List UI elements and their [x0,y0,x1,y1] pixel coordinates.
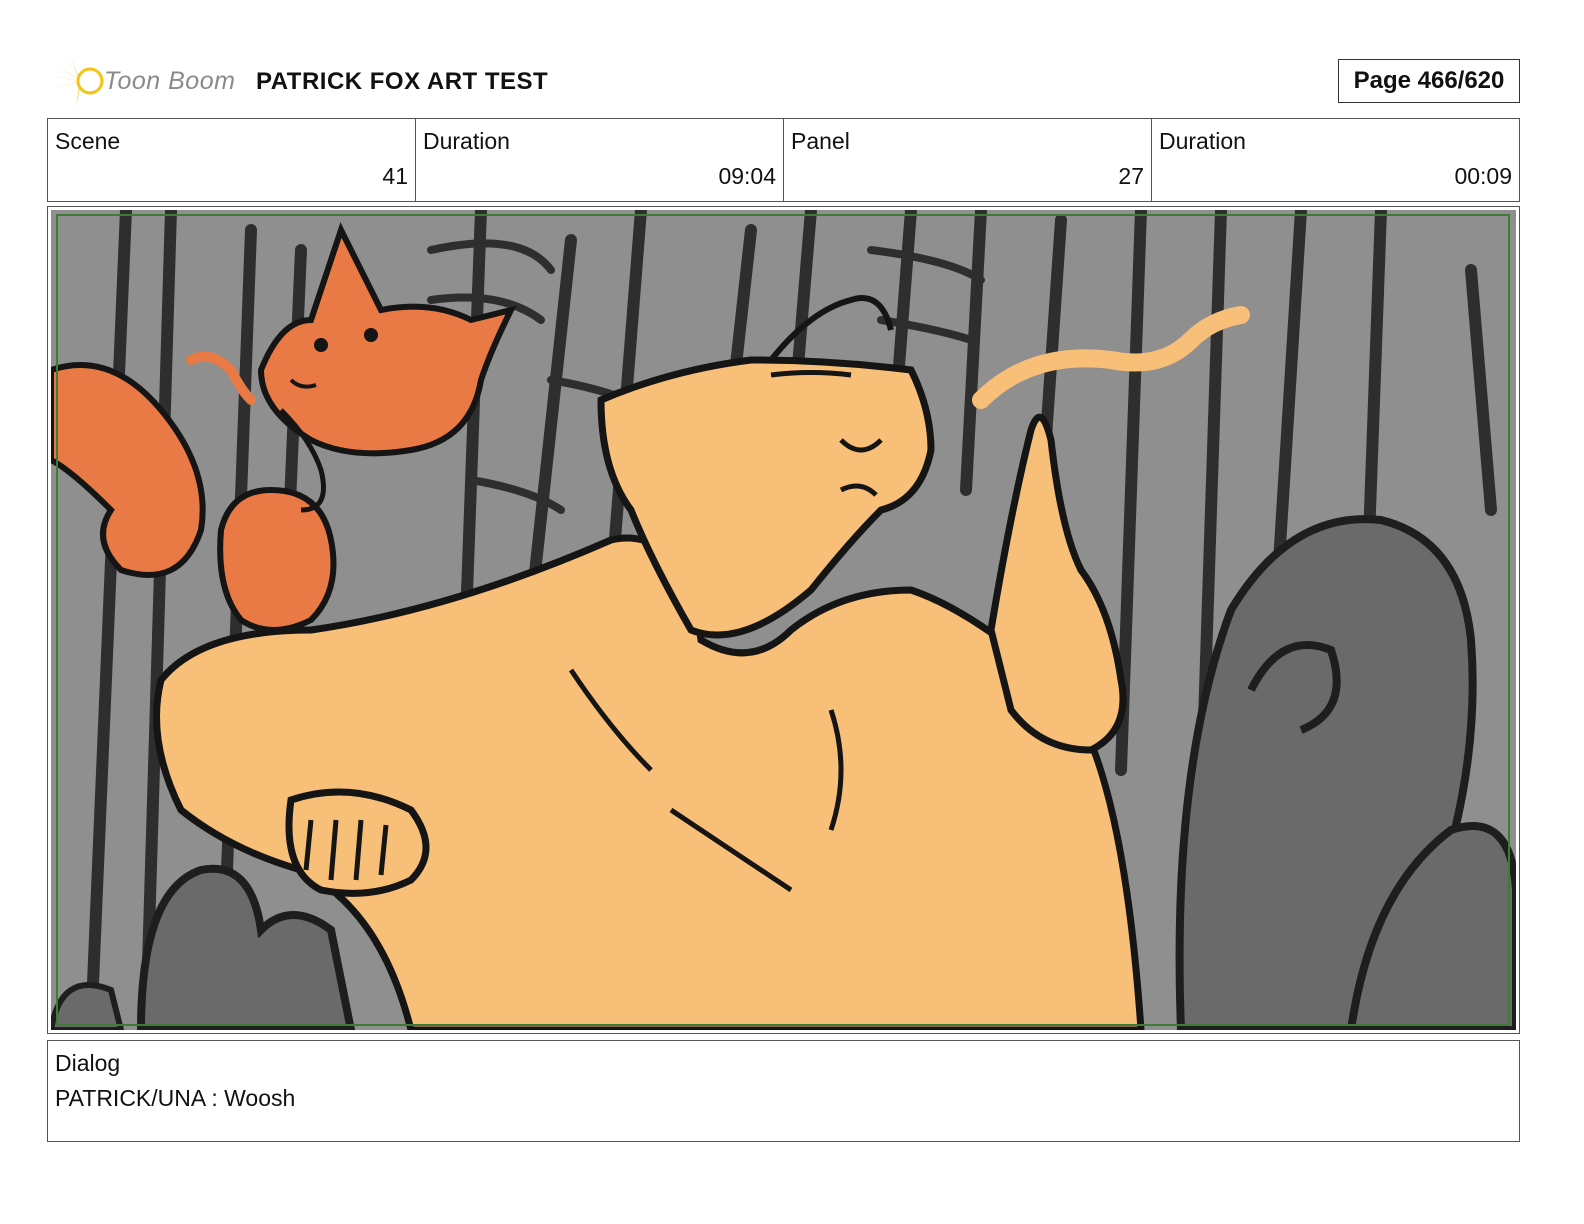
page-indicator: Page 466/620 [1338,59,1520,103]
scene-duration-cell: Duration 09:04 [416,119,784,201]
dialog-label: Dialog [55,1050,121,1076]
panel-duration-label: Duration [1159,128,1246,154]
dialog-text: PATRICK/UNA : Woosh [55,1085,296,1111]
starburst-icon [50,55,104,107]
panel-duration-value: 00:09 [1454,163,1512,189]
toon-boom-logo: Toon Boom [50,55,240,107]
panel-label: Panel [791,128,850,154]
scene-label: Scene [55,128,121,154]
scene-duration-value: 09:04 [718,163,776,189]
storyboard-panel-image [51,210,1516,1030]
panel-cell: Panel 27 [784,119,1152,201]
scene-duration-label: Duration [423,128,510,154]
scene-value: 41 [382,163,408,189]
scene-cell: Scene 41 [48,119,416,201]
panel-duration-cell: Duration 00:09 [1152,119,1519,201]
project-title: PATRICK FOX ART TEST [256,68,549,95]
dialog-box: Dialog PATRICK/UNA : Woosh [47,1040,1520,1142]
panel-value: 27 [1118,163,1144,189]
panel-info-row: Scene 41 Duration 09:04 Panel 27 Duratio… [47,118,1520,202]
logo-text: Toon Boom [104,67,236,95]
storyboard-drawing [51,210,1516,1030]
